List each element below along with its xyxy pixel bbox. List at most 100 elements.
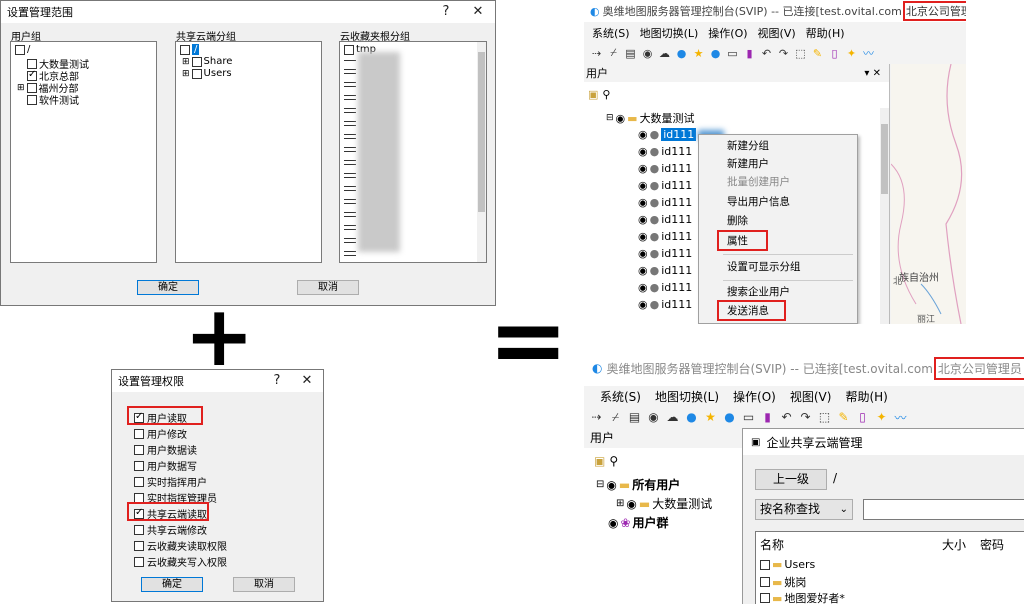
- tree-item-users[interactable]: ⊞ Users: [182, 68, 232, 79]
- user-group-tree[interactable]: / 大数量测试 北京总部 ⊞ 福州分部 软件测试: [10, 41, 157, 263]
- user-node[interactable]: ◉ ● id111: [638, 162, 692, 175]
- ruler2-icon[interactable]: ▯: [828, 47, 841, 60]
- pen-icon[interactable]: ✎: [837, 410, 850, 424]
- cloud-icon[interactable]: ☁: [666, 410, 679, 424]
- eye-icon[interactable]: ◉: [626, 497, 636, 511]
- layers-icon[interactable]: ▤: [628, 410, 641, 424]
- perm-realtime-user[interactable]: 实时指挥用户: [134, 474, 207, 489]
- expand-icon[interactable]: ⊞: [616, 498, 624, 509]
- help-button[interactable]: ?: [435, 3, 457, 21]
- checkbox[interactable]: [134, 428, 144, 439]
- checkbox[interactable]: [760, 559, 770, 570]
- fav-group-tree[interactable]: tmp: [339, 41, 487, 263]
- list-item[interactable]: ▬ Users: [760, 558, 815, 571]
- list-item[interactable]: ▬ 地图爱好者*: [760, 590, 845, 604]
- checkbox[interactable]: [27, 58, 37, 69]
- user-node[interactable]: ◉ ● id111: [638, 230, 692, 243]
- ruler-icon[interactable]: ⇢: [590, 47, 603, 60]
- search-icon[interactable]: ⚲: [602, 88, 610, 101]
- eye-icon[interactable]: ◉: [616, 112, 626, 125]
- user-node[interactable]: ◉ ● id111: [638, 298, 692, 311]
- group-icon[interactable]: ●: [709, 47, 722, 60]
- menu-system[interactable]: 系统(S): [600, 388, 641, 405]
- user-node[interactable]: ◉ ● id111: [638, 179, 692, 192]
- user-node[interactable]: ◉ ● id111: [638, 196, 692, 209]
- checkbox[interactable]: [26, 82, 37, 93]
- checkbox[interactable]: [134, 492, 144, 503]
- perm-share-modify[interactable]: 共享云端修改: [134, 522, 207, 537]
- eye-icon[interactable]: ◉: [638, 298, 648, 311]
- monitor-icon[interactable]: ▭: [742, 410, 755, 424]
- eye-icon[interactable]: ◉: [638, 196, 648, 209]
- layers-icon[interactable]: ▤: [624, 47, 637, 60]
- menu-item-batch-create[interactable]: 批量创建用户: [699, 173, 857, 191]
- checkbox-checked[interactable]: [27, 69, 37, 81]
- track-icon[interactable]: 〰: [894, 409, 907, 426]
- tree-group-node[interactable]: ⊞ ◉ ▬ 大数量测试: [616, 495, 712, 512]
- monitor-icon[interactable]: ▭: [726, 47, 739, 60]
- menu-item-export-users[interactable]: 导出用户信息: [699, 193, 857, 211]
- checkbox[interactable]: [760, 593, 770, 603]
- cancel-button[interactable]: 取消: [297, 280, 359, 295]
- checkbox[interactable]: [134, 476, 144, 487]
- cloud-icon[interactable]: ☁: [658, 47, 671, 60]
- star-icon[interactable]: ★: [704, 410, 717, 424]
- close-button[interactable]: ✕: [296, 372, 318, 390]
- scrollbar-thumb[interactable]: [478, 52, 485, 212]
- user-node[interactable]: ◉ ● id111: [638, 247, 692, 260]
- checkbox[interactable]: [134, 540, 144, 551]
- perm-fav-write[interactable]: 云收藏夹写入权限: [134, 554, 227, 569]
- folder-icon[interactable]: ▣: [594, 454, 605, 468]
- tree-root-user[interactable]: /: [15, 44, 30, 55]
- undo-icon[interactable]: ↶: [760, 47, 773, 60]
- user-node[interactable]: ◉ ● id111: [638, 281, 692, 294]
- search-mode-select[interactable]: 按名称查找 ⌄: [755, 499, 853, 520]
- tree-all-users[interactable]: ⊟ ◉ ▬ 所有用户: [596, 476, 680, 493]
- menu-item-new-group[interactable]: 新建分组: [699, 137, 857, 155]
- select-icon[interactable]: ⬚: [818, 410, 831, 424]
- tree-item-软件测试[interactable]: 软件测试: [27, 92, 79, 107]
- perm-user-modify[interactable]: 用户修改: [134, 426, 187, 441]
- share-group-tree[interactable]: / ⊞ Share ⊞ Users: [175, 41, 322, 263]
- collapse-icon[interactable]: ⊟: [606, 113, 614, 123]
- checkbox[interactable]: [191, 68, 202, 79]
- ruler2-icon[interactable]: ▯: [856, 410, 869, 424]
- column-header-size[interactable]: 大小: [942, 536, 966, 553]
- tree-user-group[interactable]: ◉ ❀ 用户群: [608, 514, 669, 531]
- perm-fav-read[interactable]: 云收藏夹读取权限: [134, 538, 227, 553]
- eye-icon[interactable]: ◉: [647, 410, 660, 424]
- eye-icon[interactable]: ◉: [638, 162, 648, 175]
- user-node[interactable]: ◉ ● id111: [638, 213, 692, 226]
- tree-root-share[interactable]: /: [180, 44, 200, 55]
- search-input[interactable]: [863, 499, 1024, 520]
- expand-icon[interactable]: ⊞: [17, 83, 25, 93]
- track-icon[interactable]: 〰: [862, 45, 875, 61]
- tree-item-share[interactable]: ⊞ Share: [182, 56, 232, 67]
- menu-map-switch[interactable]: 地图切换(L): [655, 388, 719, 405]
- user-icon[interactable]: ●: [685, 410, 698, 424]
- panel-scrollbar[interactable]: [880, 108, 889, 324]
- star-icon[interactable]: ★: [692, 47, 705, 60]
- mark-icon[interactable]: ✦: [845, 47, 858, 60]
- measure-icon[interactable]: ⌿: [609, 410, 622, 425]
- checkbox[interactable]: [134, 524, 144, 535]
- eye-icon[interactable]: ◉: [638, 281, 648, 294]
- user-node[interactable]: ◉ ● id111: [638, 264, 692, 277]
- up-level-button[interactable]: 上一级: [755, 469, 827, 490]
- checkbox[interactable]: [134, 460, 144, 471]
- user-icon[interactable]: ●: [675, 47, 688, 60]
- eye-icon[interactable]: ◉: [638, 213, 648, 226]
- checkbox[interactable]: [180, 44, 190, 55]
- pen-icon[interactable]: ✎: [811, 47, 824, 60]
- ok-button[interactable]: 确定: [141, 577, 203, 592]
- panel-controls[interactable]: ▾ ✕: [864, 68, 881, 79]
- search-icon[interactable]: ⚲: [609, 454, 618, 468]
- close-button[interactable]: ✕: [467, 3, 489, 21]
- eye-icon[interactable]: ◉: [641, 47, 654, 60]
- checkbox[interactable]: [27, 94, 37, 105]
- column-header-password[interactable]: 密码: [980, 536, 1004, 553]
- menu-item-search-users[interactable]: 搜索企业用户: [699, 283, 857, 301]
- help-button[interactable]: ?: [266, 372, 288, 390]
- undo-icon[interactable]: ↶: [780, 410, 793, 424]
- cancel-button[interactable]: 取消: [233, 577, 295, 592]
